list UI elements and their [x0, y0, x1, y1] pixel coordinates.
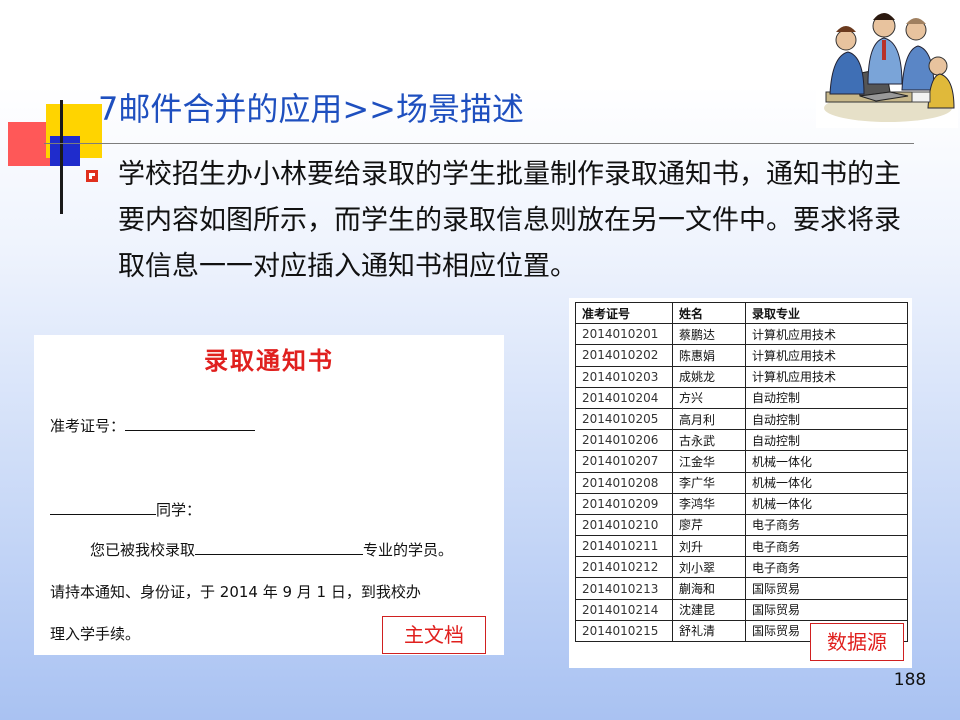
table-row: 2014010209 李鸿华 机械一体化 — [575, 492, 908, 515]
name-cell: 陈惠娟 — [672, 344, 746, 367]
major-cell: 自动控制 — [745, 429, 908, 452]
data-source-label: 数据源 — [810, 623, 904, 661]
major-blank — [195, 540, 364, 555]
decor-vertical-line — [60, 100, 63, 214]
exam-number-cell: 2014010208 — [575, 471, 673, 494]
table-header-row: 准考证号 姓名 录取专业 — [575, 301, 908, 325]
instructions-line-2: 理入学手续。 — [50, 625, 141, 643]
admitted-prefix: 您已被我校录取 — [90, 541, 196, 559]
table-row: 2014010201 蔡鹏达 计算机应用技术 — [575, 323, 908, 346]
name-cell: 江金华 — [672, 450, 746, 473]
exam-number-cell: 2014010203 — [575, 365, 673, 388]
table-row: 2014010212 刘小翠 电子商务 — [575, 556, 908, 579]
column-header: 录取专业 — [745, 301, 908, 325]
scenario-paragraph: 学校招生办小林要给录取的学生批量制作录取通知书，通知书的主要内容如图所示，而学生… — [118, 159, 901, 282]
exam-number-cell: 2014010204 — [575, 386, 673, 409]
student-name-blank — [50, 500, 156, 515]
table-row: 2014010204 方兴 自动控制 — [575, 386, 908, 409]
exam-number-cell: 2014010206 — [575, 429, 673, 452]
exam-number-cell: 2014010207 — [575, 450, 673, 473]
major-cell: 国际贸易 — [745, 577, 908, 600]
column-header: 准考证号 — [575, 301, 673, 325]
table-row: 2014010203 成姚龙 计算机应用技术 — [575, 365, 908, 388]
exam-number-cell: 2014010201 — [575, 323, 673, 346]
name-cell: 高月利 — [672, 407, 746, 431]
major-cell: 计算机应用技术 — [745, 365, 908, 388]
name-cell: 方兴 — [672, 386, 746, 409]
exam-number-cell: 2014010202 — [575, 344, 673, 367]
name-cell: 古永武 — [672, 429, 746, 452]
table-row: 2014010210 廖芹 电子商务 — [575, 513, 908, 537]
major-cell: 机械一体化 — [745, 471, 908, 494]
title-divider — [44, 143, 914, 144]
page-number: 188 — [893, 670, 927, 690]
exam-number-cell: 2014010205 — [575, 407, 673, 431]
table-row: 2014010214 沈建昆 国际贸易 — [575, 598, 908, 621]
exam-number-blank — [125, 416, 256, 431]
name-cell: 蒯海和 — [672, 577, 746, 600]
admitted-suffix: 专业的学员。 — [363, 541, 454, 559]
exam-number-cell: 2014010214 — [575, 598, 673, 621]
exam-number-cell: 2014010211 — [575, 535, 673, 558]
exam-number-label: 准考证号： — [50, 417, 126, 435]
exam-number-cell: 2014010213 — [575, 577, 673, 600]
team-meeting-clipart — [816, 4, 958, 128]
name-cell: 沈建昆 — [672, 598, 746, 621]
square-bullet-icon — [86, 170, 98, 182]
admission-table: 准考证号 姓名 录取专业 2014010201 蔡鹏达 计算机应用技术 201401020… — [575, 301, 908, 643]
name-cell: 舒礼清 — [672, 619, 746, 643]
table-row: 2014010213 蒯海和 国际贸易 — [575, 577, 908, 600]
major-cell: 电子商务 — [745, 535, 908, 558]
notice-document: 录取通知书 准考证号： 同学： 您已被我校录取 专业的学员。 请持本通知、身份证，… — [34, 335, 504, 655]
notice-title: 录取通知书 — [204, 347, 334, 375]
major-cell: 自动控制 — [745, 386, 908, 409]
main-document-label: 主文档 — [382, 616, 486, 654]
name-cell: 刘小翠 — [672, 556, 746, 579]
slide-title: 7邮件合并的应用>>场景描述 — [98, 90, 524, 128]
table-row: 2014010208 李广华 机械一体化 — [575, 471, 908, 494]
admitted-line: 您已被我校录取 专业的学员。 — [90, 539, 453, 560]
instructions-line-1: 请持本通知、身份证，于 2014 年 9 月 1 日，到我校办 — [50, 583, 421, 601]
major-cell: 电子商务 — [745, 556, 908, 579]
name-cell: 李鸿华 — [672, 492, 746, 515]
exam-number-cell: 2014010209 — [575, 492, 673, 515]
name-cell: 李广华 — [672, 471, 746, 494]
exam-number-cell: 2014010212 — [575, 556, 673, 579]
major-cell: 机械一体化 — [745, 492, 908, 515]
major-cell: 计算机应用技术 — [745, 344, 908, 367]
decor-blue-square — [50, 136, 80, 166]
table-row: 2014010202 陈惠娟 计算机应用技术 — [575, 344, 908, 367]
name-cell: 刘升 — [672, 535, 746, 558]
student-name-line: 同学： — [50, 499, 201, 520]
major-cell: 电子商务 — [745, 513, 908, 537]
table-row: 2014010207 江金华 机械一体化 — [575, 450, 908, 473]
major-cell: 自动控制 — [745, 407, 908, 431]
name-cell: 蔡鹏达 — [672, 323, 746, 346]
name-cell: 廖芹 — [672, 513, 746, 537]
major-cell: 机械一体化 — [745, 450, 908, 473]
exam-number-cell: 2014010210 — [575, 513, 673, 537]
student-suffix: 同学： — [156, 501, 202, 519]
data-source-document: 准考证号 姓名 录取专业 2014010201 蔡鹏达 计算机应用技术 201401020… — [569, 298, 912, 668]
table-row: 2014010206 古永武 自动控制 — [575, 429, 908, 452]
column-header: 姓名 — [672, 301, 746, 325]
name-cell: 成姚龙 — [672, 365, 746, 388]
exam-number-line: 准考证号： — [50, 415, 256, 436]
exam-number-cell: 2014010215 — [575, 619, 673, 643]
major-cell: 国际贸易 — [745, 598, 908, 621]
table-row: 2014010205 高月利 自动控制 — [575, 407, 908, 431]
table-row: 2014010211 刘升 电子商务 — [575, 535, 908, 558]
major-cell: 计算机应用技术 — [745, 323, 908, 346]
